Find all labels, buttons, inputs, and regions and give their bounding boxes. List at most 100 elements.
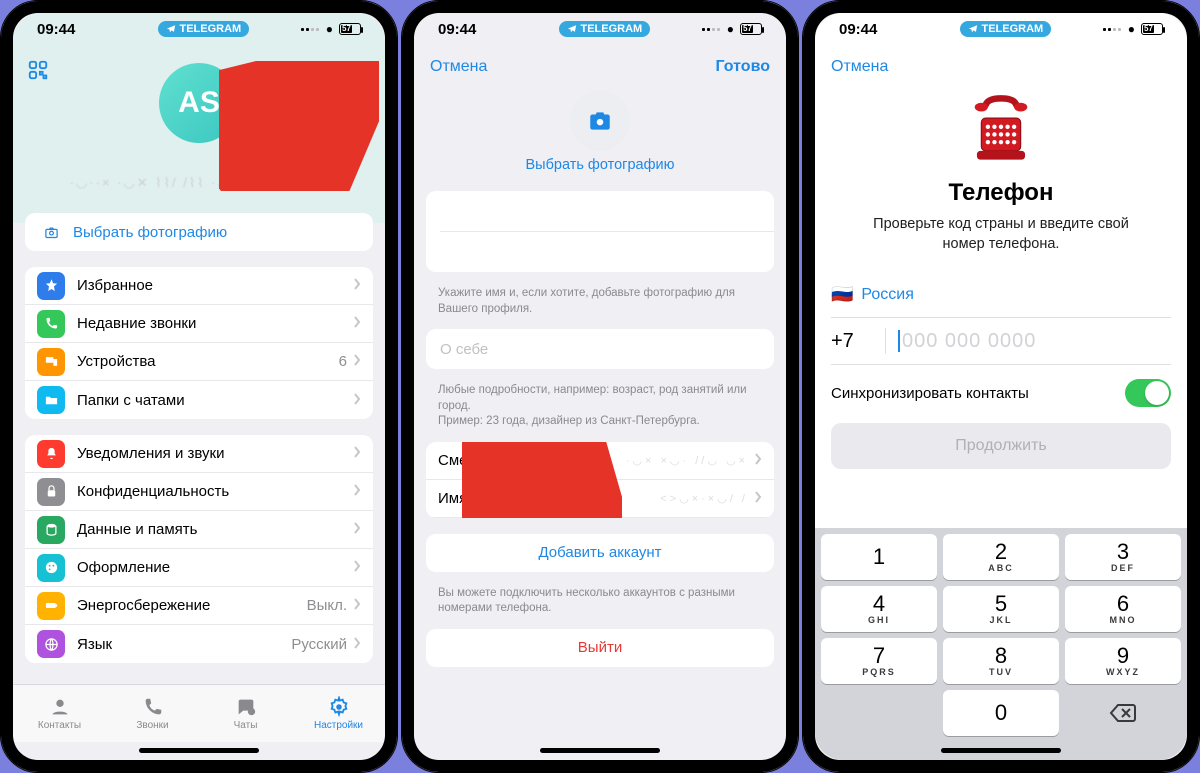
add-account-button[interactable]: Добавить аккаунт: [426, 534, 774, 572]
settings-row[interactable]: Папки с чатами: [25, 381, 373, 419]
first-name-input[interactable]: [426, 191, 774, 231]
row-label: Оформление: [77, 559, 353, 576]
palette-icon: [37, 554, 65, 582]
done-button[interactable]: Готово: [716, 58, 770, 76]
chevron-right-icon: [353, 353, 361, 370]
keypad-key-0[interactable]: 0: [943, 690, 1059, 736]
add-account-hint: Вы можете подключить несколько аккаунтов…: [414, 580, 786, 621]
settings-row[interactable]: Устройства6: [25, 343, 373, 381]
page-title: Телефон: [815, 179, 1187, 207]
status-time: 09:44: [37, 21, 107, 38]
settings-row[interactable]: Уведомления и звуки: [25, 435, 373, 473]
flag-icon: 🇷🇺: [831, 284, 853, 305]
keypad-key-1[interactable]: 1: [821, 534, 937, 580]
folders-icon: [37, 386, 65, 414]
row-label: Энергосбережение: [77, 597, 307, 614]
phone-illustration: [961, 89, 1041, 169]
choose-photo-button[interactable]: Выбрать фотографию: [25, 213, 373, 251]
bell-icon: [37, 440, 65, 468]
phone-number-input[interactable]: 000 000 0000: [898, 330, 1036, 353]
country-select[interactable]: 🇷🇺 Россия: [831, 272, 1171, 318]
photo-placeholder[interactable]: [570, 91, 630, 151]
row-label: Устройства: [77, 353, 339, 370]
keypad-key-9[interactable]: 9WXYZ: [1065, 638, 1181, 684]
blurred-phone: ·◡× ×◡· //◡ ◡×: [626, 454, 748, 467]
status-bar: 09:44 TELEGRAM ●57: [414, 13, 786, 45]
logout-button[interactable]: Выйти: [426, 629, 774, 667]
keypad-key-7[interactable]: 7PQRS: [821, 638, 937, 684]
row-label: Уведомления и звуки: [77, 445, 353, 462]
settings-row[interactable]: Оформление: [25, 549, 373, 587]
phone-icon: [37, 310, 65, 338]
keypad-key-5[interactable]: 5JKL: [943, 586, 1059, 632]
row-label: Язык: [77, 636, 291, 653]
qr-icon[interactable]: [27, 59, 49, 81]
row-label: Избранное: [77, 277, 353, 294]
name-input-group: [426, 191, 774, 272]
chevron-right-icon: [353, 315, 361, 332]
settings-group-a: Избранное Недавние звонки Устройства6 Папки…: [25, 267, 373, 419]
keypad-blank: [821, 690, 937, 736]
tab-bar: Контакты Звонки Чаты Настройки: [13, 684, 385, 742]
settings-row[interactable]: Избранное: [25, 267, 373, 305]
settings-row[interactable]: ЭнергосбережениеВыкл.: [25, 587, 373, 625]
chevron-right-icon: [353, 392, 361, 409]
devices-icon: [37, 348, 65, 376]
row-label: Недавние звонки: [77, 315, 353, 332]
cancel-button[interactable]: Отмена: [831, 58, 888, 76]
home-indicator[interactable]: [815, 742, 1187, 760]
status-app-pill: TELEGRAM: [158, 21, 250, 37]
tab-contacts[interactable]: Контакты: [13, 685, 106, 742]
about-hint: Любые подробности, например: возраст, ро…: [414, 377, 786, 434]
db-icon: [37, 516, 65, 544]
blurred-username-value: <>◡×·×◡/ /: [660, 492, 748, 505]
page-subtitle: Проверьте код страны и введите свой номе…: [815, 215, 1187, 254]
keypad-key-8[interactable]: 8TUV: [943, 638, 1059, 684]
chevron-right-icon: [353, 277, 361, 294]
settings-row[interactable]: Конфиденциальность: [25, 473, 373, 511]
last-name-input[interactable]: [426, 232, 774, 272]
status-bar: 09:44 TELEGRAM ●57: [815, 13, 1187, 45]
username-row[interactable]: Имя пользователя <>◡×·×◡/ /: [426, 480, 774, 518]
row-value: 6: [339, 353, 347, 370]
sync-contacts-toggle[interactable]: [1125, 379, 1171, 407]
keypad-key-4[interactable]: 4GHI: [821, 586, 937, 632]
row-value: Выкл.: [307, 597, 347, 614]
chevron-right-icon: [353, 521, 361, 538]
arrow-annotation: [219, 61, 379, 191]
tab-settings[interactable]: Настройки: [292, 685, 385, 742]
phone-prefix: +7: [831, 330, 885, 353]
chevron-right-icon: [353, 483, 361, 500]
choose-photo-link[interactable]: Выбрать фотографию: [414, 157, 786, 183]
chevron-right-icon: [353, 559, 361, 576]
keypad-key-6[interactable]: 6MNO: [1065, 586, 1181, 632]
keypad-delete[interactable]: [1065, 690, 1181, 736]
globe-icon: [37, 630, 65, 658]
settings-row[interactable]: ЯзыкРусский: [25, 625, 373, 663]
chevron-right-icon: [754, 490, 762, 507]
choose-photo-label: Выбрать фотографию: [73, 224, 361, 241]
change-number-row[interactable]: Сменить номер ·◡× ×◡· //◡ ◡×: [426, 442, 774, 480]
row-value: Русский: [291, 636, 347, 653]
settings-row[interactable]: Недавние звонки: [25, 305, 373, 343]
settings-row[interactable]: Данные и память: [25, 511, 373, 549]
keypad-key-3[interactable]: 3DEF: [1065, 534, 1181, 580]
tab-chats[interactable]: Чаты: [199, 685, 292, 742]
row-label: Папки с чатами: [77, 392, 353, 409]
continue-button[interactable]: Продолжить: [831, 423, 1171, 469]
status-bar: 09:44 TELEGRAM ● 57: [13, 13, 385, 45]
keypad-key-2[interactable]: 2ABC: [943, 534, 1059, 580]
row-label: Конфиденциальность: [77, 483, 353, 500]
choose-photo-row: Выбрать фотографию: [25, 213, 373, 251]
battery-icon: [37, 592, 65, 620]
about-input[interactable]: О себе: [426, 329, 774, 369]
name-hint: Укажите имя и, если хотите, добавьте фот…: [414, 280, 786, 321]
chevron-right-icon: [353, 597, 361, 614]
home-indicator[interactable]: [414, 742, 786, 760]
lock-icon: [37, 478, 65, 506]
home-indicator[interactable]: [13, 742, 385, 760]
chevron-right-icon: [353, 636, 361, 653]
cancel-button[interactable]: Отмена: [430, 58, 487, 76]
tab-calls[interactable]: Звонки: [106, 685, 199, 742]
row-label: Данные и память: [77, 521, 353, 538]
